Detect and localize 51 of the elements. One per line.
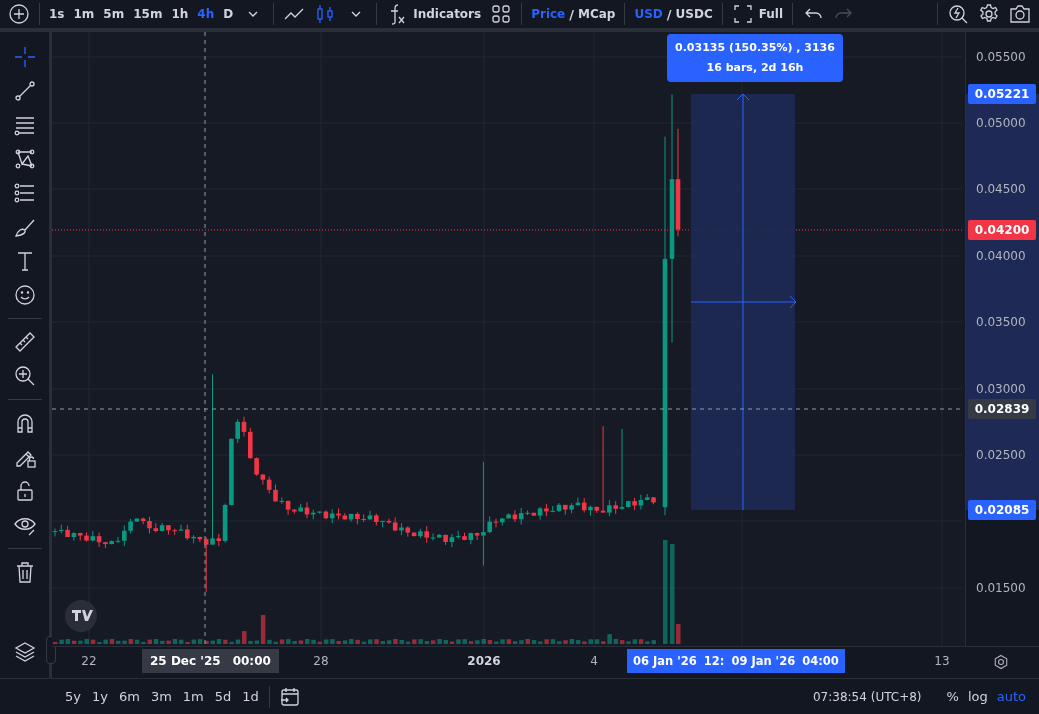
time-text: 04:00 (802, 654, 839, 668)
range-button[interactable]: 5y (60, 686, 86, 707)
price-label: 0.03500 (976, 315, 1026, 329)
price-label: 0.04000 (976, 249, 1026, 263)
time-label: 28 (313, 654, 329, 668)
time-label: 13 (934, 654, 950, 668)
price-marker: 0.02839 (968, 399, 1036, 419)
interval-button[interactable]: 1h (167, 3, 193, 25)
time-text: 12: (703, 654, 725, 668)
separator-slash: / (666, 6, 672, 22)
scale-option[interactable]: auto (992, 686, 1030, 707)
date-text: 25 Dec '25 (150, 654, 221, 668)
interval-button[interactable]: 1s (45, 3, 69, 25)
range-button[interactable]: 3m (145, 686, 177, 707)
time-label: 2026 (467, 654, 501, 668)
range-button[interactable]: 1m (177, 686, 209, 707)
time-label: 4 (590, 654, 598, 668)
price-label: 0.05500 (976, 50, 1026, 64)
scale-option[interactable]: log (963, 686, 992, 707)
price-label: 0.03000 (976, 382, 1026, 396)
range-button[interactable]: 6m (113, 686, 145, 707)
clock-text: 07:38:54 (UTC+8) (813, 689, 922, 704)
price-marker: 0.02085 (968, 500, 1036, 520)
tooltip-text: 16 bars, 2d 16h (705, 60, 805, 76)
scale-option[interactable]: % (942, 686, 963, 707)
fullscreen-button[interactable]: Full (727, 0, 788, 28)
price-marker: 0.04200 (968, 220, 1036, 240)
toggle-option[interactable]: MCap (578, 6, 616, 22)
interval-button[interactable]: 5m (99, 3, 129, 25)
interval-button[interactable]: 15m (129, 3, 167, 25)
interval-button[interactable]: 4h (193, 3, 219, 25)
price-label: 0.02500 (976, 448, 1026, 462)
time-text: 06 Jan '26 (633, 654, 697, 668)
time-text: 09 Jan '26 (731, 654, 796, 668)
separator-slash: / (569, 6, 574, 22)
interval-button[interactable]: D (219, 3, 238, 25)
tooltip-text: 0.03135 (150.35%) , 3136 (675, 40, 835, 56)
time-text: 00:00 (232, 654, 271, 668)
price-label: 0.04500 (976, 182, 1026, 196)
toggle-option[interactable]: Price (531, 6, 566, 22)
range-button[interactable]: 1y (86, 686, 113, 707)
interval-button[interactable]: 1m (69, 3, 99, 25)
indicators-button[interactable]: Indicators (382, 0, 486, 28)
price-label: 0.05000 (976, 116, 1026, 130)
price-label: 0.01500 (976, 581, 1026, 595)
range-button[interactable]: 1d (237, 686, 264, 707)
time-label: 22 (81, 654, 97, 668)
toggle-option[interactable]: USDC (675, 6, 713, 22)
price-marker: 0.05221 (968, 84, 1036, 104)
range-button[interactable]: 5d (209, 686, 237, 707)
toggle-option[interactable]: USD (634, 6, 663, 22)
